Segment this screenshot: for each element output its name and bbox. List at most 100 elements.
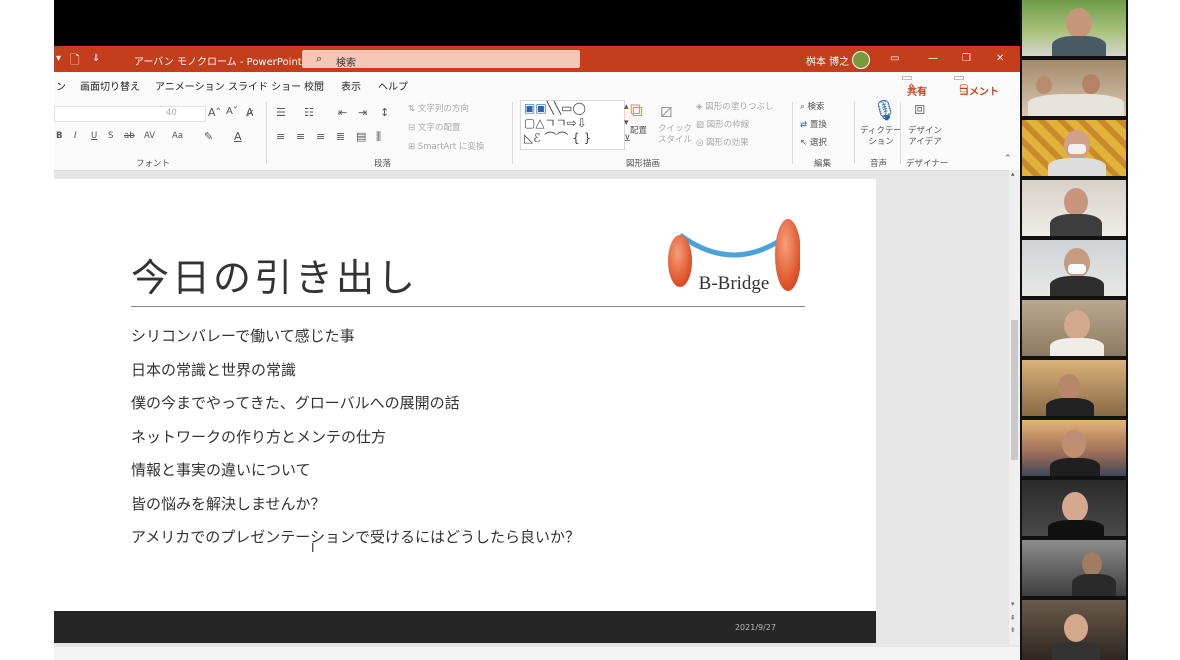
scrollbar-thumb[interactable] [1011,320,1018,460]
shapes-gallery[interactable]: ▣▣╲╲▭◯ ▢△ㄱㄱ⇨⇩ ◺ℰ ⌒⌒ { } [520,100,625,150]
comments-button[interactable]: ▢ コメント [954,76,999,98]
participant-video[interactable] [1022,240,1126,296]
quick-styles-label[interactable]: クイック スタイル [658,124,692,146]
char-spacing-icon[interactable]: AV [144,131,155,141]
text-direction-button[interactable]: ⇅ 文字列の方向 [408,102,469,114]
increase-indent-icon[interactable]: ⇥ [358,106,367,119]
justify-icon[interactable]: ≣ [336,130,345,143]
share-button[interactable]: ⇪ 共有 [902,76,927,98]
quick-styles-icon[interactable]: ⧄ [660,98,673,122]
replace-button[interactable]: ⇄ 置換 [800,118,827,130]
align-left-icon[interactable]: ≡ [276,130,285,143]
user-name[interactable]: 桝本 博之 [806,53,849,68]
bullet-item[interactable]: アメリカでのプレゼンテーションで受けるにはどうしたら良いか？ [131,526,580,547]
shape-outline-button[interactable]: ▧ 図形の枠線 [696,118,749,130]
participant-video[interactable] [1022,540,1126,596]
shape-effects-button[interactable]: ◎ 図形の効果 [696,136,749,148]
vertical-scrollbar[interactable]: ▴ ▾ ⇞ ⇟ [1009,170,1020,645]
slide-canvas[interactable]: 今日の引き出し B-Bridge シリコンバレーで働いて感じた事 日本の常識と世… [54,179,876,643]
bullet-item[interactable]: 日本の常識と世界の常識 [131,359,296,380]
underline-icon[interactable]: U [91,131,97,141]
scroll-up-icon[interactable]: ▴ [1011,170,1015,178]
participant-video[interactable] [1022,180,1126,236]
bullets-icon[interactable]: ☰ [276,106,286,119]
next-slide-icon[interactable]: ⇟ [1010,626,1016,634]
customize-qat-icon[interactable]: ⇓ [92,53,100,64]
tab-transitions[interactable]: 画面切り替え [80,78,140,93]
shape-arrow-icon[interactable]: ⇨⇩ [567,116,587,130]
align-center-icon[interactable]: ≡ [296,130,305,143]
participant-video[interactable] [1022,60,1126,116]
user-avatar[interactable] [852,51,870,69]
shape-rect-icon[interactable]: ▭ [561,101,572,115]
shape-fill-button[interactable]: ◈ 図形の塗りつぶし [696,100,773,112]
dictate-label[interactable]: ディクテー ション [860,126,902,148]
change-case-icon[interactable]: Aa [172,131,183,141]
shape-misc-icon[interactable]: ◺ℰ ⌒⌒ { } [524,131,591,145]
bullet-item[interactable]: 情報と事実の違いについて [131,459,311,480]
numbering-icon[interactable]: ☷ [304,106,314,119]
previous-slide-icon[interactable]: ⇞ [1010,614,1016,622]
distribute-icon[interactable]: ▤ [356,130,366,143]
arrange-label[interactable]: 配置 [630,124,647,136]
shrink-font-icon[interactable]: A˅ [226,106,238,117]
close-button[interactable]: ✕ [996,53,1004,64]
quick-access-dropdown-icon[interactable]: ▾ [56,53,61,64]
grow-font-icon[interactable]: A˄ [208,106,221,119]
shapes-scroll-up-icon[interactable]: ▴ [624,102,629,112]
scroll-down-icon[interactable]: ▾ [1011,600,1015,608]
design-ideas-icon[interactable]: ⧈ [914,98,925,119]
tab-animations[interactable]: アニメーション [155,78,225,93]
new-file-icon[interactable]: 🗋 [70,51,80,72]
columns-icon[interactable]: ⫼ [376,130,381,144]
shape-line-icon[interactable]: ╲╲ [547,101,561,115]
smartart-button[interactable]: ⊞ SmartArt に変換 [408,140,484,152]
participant-video[interactable] [1022,300,1126,356]
restore-button[interactable]: ❐ [962,53,971,64]
shapes-scroll-down-icon[interactable]: ▾ [624,118,629,128]
bullet-item[interactable]: ネットワークの作り方とメンテの仕方 [131,426,386,447]
bullet-item[interactable]: シリコンバレーで働いて感じた事 [131,325,355,346]
tab-insert-partial[interactable]: ン [56,78,66,93]
tab-view[interactable]: 表示 [341,78,361,93]
bullet-item[interactable]: 皆の悩みを解決しませんか？ [131,493,326,514]
microphone-icon[interactable]: 🎙 [872,98,897,122]
tab-slideshow[interactable]: スライド ショー [228,78,301,93]
participant-video[interactable] [1022,360,1126,416]
align-text-button[interactable]: ⊟ 文字の配置 [408,121,460,133]
shape-connector-icon[interactable]: ㄱㄱ [545,116,567,130]
shape-oval-icon[interactable]: ◯ [572,101,585,115]
collapse-ribbon-icon[interactable]: ⌃ [1004,154,1012,164]
shape-textbox-icon[interactable]: ▣▣ [524,101,547,115]
select-button[interactable]: ↖ 選択 [800,136,827,148]
search-box[interactable]: ⌕ 検索 [302,50,580,69]
participant-video[interactable] [1022,480,1126,536]
shape-triangle-icon[interactable]: △ [535,116,544,130]
bold-icon[interactable]: B [56,131,62,141]
tab-help[interactable]: ヘルプ [378,78,408,93]
strikethrough-icon[interactable]: ab [124,131,135,141]
slide-title[interactable]: 今日の引き出し [131,247,418,302]
shape-roundrect-icon[interactable]: ▢ [524,116,535,130]
font-size-box[interactable]: 40 [166,108,177,118]
tab-review[interactable]: 校閲 [304,78,324,93]
shadow-icon[interactable]: S [108,131,113,141]
arrange-icon[interactable]: ⧉ [630,100,643,121]
participant-video[interactable] [1022,420,1126,476]
bullet-item[interactable]: 僕の今までやってきた、グローバルへの展開の話 [131,392,460,413]
participant-video[interactable] [1022,0,1126,56]
participant-video[interactable] [1022,120,1126,176]
font-color-icon[interactable]: A [234,130,242,143]
design-ideas-label[interactable]: デザイン アイデア [908,126,942,148]
find-button[interactable]: ⌕ 検索 [800,100,824,112]
minimize-button[interactable]: — [928,53,938,64]
align-right-icon[interactable]: ≡ [316,130,325,143]
decrease-indent-icon[interactable]: ⇤ [338,106,347,119]
line-spacing-icon[interactable]: ↕ [380,106,389,119]
highlight-icon[interactable]: ✎ [204,130,213,143]
italic-icon[interactable]: I [74,131,77,141]
clear-format-icon[interactable]: A̷ [246,106,254,119]
ribbon-display-options-icon[interactable]: ▭ [890,53,899,64]
participant-video[interactable] [1022,600,1126,660]
font-name-box[interactable] [54,106,206,122]
